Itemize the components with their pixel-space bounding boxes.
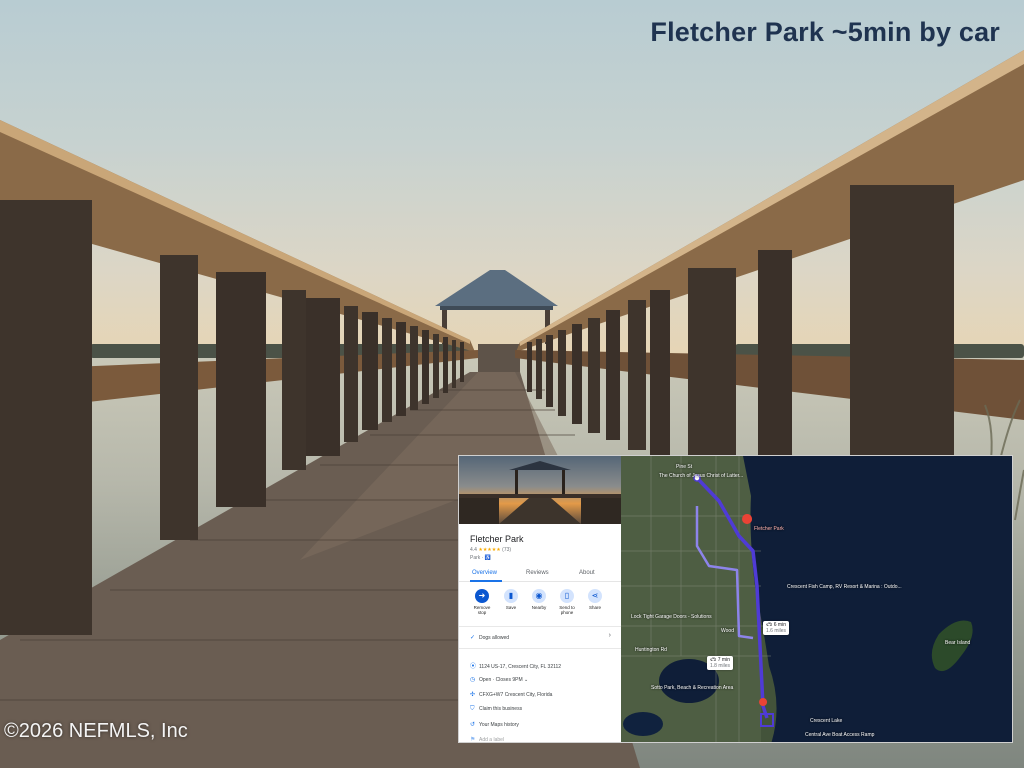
photo-headline: Fletcher Park ~5min by car — [650, 17, 1000, 47]
nearby-icon: ◉ — [532, 589, 546, 603]
place-category: Park · ♿ — [470, 555, 491, 561]
map-label-church[interactable]: The Church of Jesus Christ of Latter... — [659, 473, 743, 479]
plus-code-row[interactable]: ✣ CFXG+W7 Crescent City, Florida — [470, 691, 552, 698]
remove-stop-button[interactable]: ➜ Remove stop — [469, 589, 495, 615]
map-label-crescent-lake[interactable]: Crescent Lake — [810, 718, 842, 724]
maps-screenshot-inset: Fletcher Park 4.4 ★★★★★ (73) Park · ♿ Ov… — [458, 455, 1013, 743]
plus-code-icon: ✣ — [470, 692, 476, 698]
map-label-lock-tight[interactable]: Lock Tight Garage Doors - Solutions — [631, 614, 712, 620]
copyright-watermark: ©2026 NEFMLS, Inc — [4, 720, 188, 742]
bookmark-icon: ▮ — [504, 589, 518, 603]
add-label-row[interactable]: ⚑ Add a label — [470, 736, 504, 743]
label-icon: ⚑ — [470, 737, 476, 743]
divider — [459, 626, 621, 627]
small-pond — [623, 712, 663, 736]
share-button[interactable]: ⋖ Share — [582, 589, 608, 610]
map-label-sotto-park[interactable]: Sotto Park, Beach & Recreation Area — [651, 685, 733, 691]
maps-history-row[interactable]: ↺ Your Maps history — [470, 721, 519, 728]
address-row[interactable]: ⦿ 1124 US-17, Crescent City, FL 32112 — [470, 661, 561, 670]
map-label-bear-island[interactable]: Bear Island — [945, 640, 970, 646]
phone-icon: ▯ — [560, 589, 574, 603]
hours-row[interactable]: ◷ Open · Closes 9PM ⌄ — [470, 676, 528, 683]
review-count[interactable]: (73) — [502, 547, 511, 553]
divider — [459, 648, 621, 649]
directions-icon: ➜ — [475, 589, 489, 603]
map-label-pine-st[interactable]: Pine St — [676, 464, 692, 470]
clock-icon: ◷ — [470, 677, 476, 683]
route-time-chip-alternate[interactable]: 🚗︎ 7 min 1.8 miles — [707, 656, 734, 670]
map-label-central-ave-ramp[interactable]: Central Ave Boat Access Ramp — [805, 732, 874, 738]
location-pin-icon: ⦿ — [470, 664, 477, 670]
right-railing — [515, 50, 1024, 460]
place-name: Fletcher Park — [470, 534, 524, 544]
map-art — [621, 456, 1012, 742]
place-photo — [459, 456, 621, 524]
save-button[interactable]: ▮ Save — [498, 589, 524, 610]
chevron-right-icon[interactable]: › — [609, 632, 611, 639]
history-icon: ↺ — [470, 722, 476, 728]
claim-business-row[interactable]: ⛉ Claim this business — [470, 706, 522, 713]
share-icon: ⋖ — [588, 589, 602, 603]
check-icon: ✓ — [470, 635, 476, 641]
shield-icon: ⛉ — [470, 706, 475, 712]
tab-overview[interactable]: Overview — [472, 570, 497, 576]
rating-stars: ★★★★★ — [478, 547, 501, 553]
tab-about[interactable]: About — [579, 570, 595, 576]
map-label-fletcher-park[interactable]: Fletcher Park — [754, 526, 784, 532]
place-panel: Fletcher Park 4.4 ★★★★★ (73) Park · ♿ Ov… — [459, 456, 621, 743]
map-label-huntington-rd[interactable]: Huntington Rd — [635, 647, 667, 653]
lake — [743, 456, 1012, 742]
tab-reviews[interactable]: Reviews — [526, 570, 549, 576]
route-time-chip-primary[interactable]: 🚗︎ 6 min 1.6 miles — [763, 621, 790, 635]
nearby-button[interactable]: ◉ Nearby — [526, 589, 552, 610]
satellite-map[interactable]: Pine St The Church of Jesus Christ of La… — [621, 456, 1012, 742]
send-to-phone-button[interactable]: ▯ Send to phone — [554, 589, 580, 615]
active-tab-indicator — [470, 580, 502, 582]
place-rating: 4.4 ★★★★★ (73) — [470, 547, 511, 553]
action-buttons: ➜ Remove stop ▮ Save ◉ Nearby ▯ Send to … — [469, 589, 619, 623]
rating-value: 4.4 — [470, 547, 477, 553]
amenity-row[interactable]: ✓ Dogs allowed — [470, 634, 509, 641]
map-label-wood[interactable]: Wood — [721, 628, 734, 634]
place-photo-art — [459, 461, 621, 524]
map-label-crescent-fish-camp[interactable]: Crescent Fish Camp, RV Resort & Marina :… — [787, 584, 902, 590]
